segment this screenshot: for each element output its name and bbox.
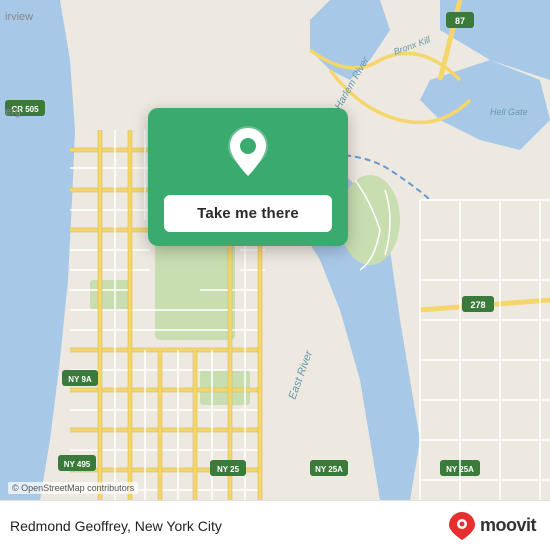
osm-attribution: © OpenStreetMap contributors xyxy=(8,482,138,494)
moovit-text: moovit xyxy=(480,515,536,536)
bottom-bar: Redmond Geoffrey, New York City moovit xyxy=(0,500,550,550)
svg-text:NY 495: NY 495 xyxy=(64,460,91,469)
svg-text:Hell Gate: Hell Gate xyxy=(490,107,528,117)
map-container: 87 278 NY 9A NY 495 NY 25 NY 25A NY 25A … xyxy=(0,0,550,500)
moovit-logo: moovit xyxy=(448,511,536,541)
svg-text:erg: erg xyxy=(5,106,21,118)
take-me-there-button[interactable]: Take me there xyxy=(164,195,332,232)
location-card: Take me there xyxy=(148,108,348,246)
location-text: Redmond Geoffrey, New York City xyxy=(10,518,222,534)
location-pin-icon xyxy=(226,126,270,183)
svg-text:NY 25A: NY 25A xyxy=(315,465,343,474)
svg-text:87: 87 xyxy=(455,16,465,26)
svg-text:NY 25: NY 25 xyxy=(217,465,240,474)
svg-text:NY 9A: NY 9A xyxy=(68,375,92,384)
svg-text:278: 278 xyxy=(470,300,485,310)
svg-text:irview: irview xyxy=(5,11,33,23)
